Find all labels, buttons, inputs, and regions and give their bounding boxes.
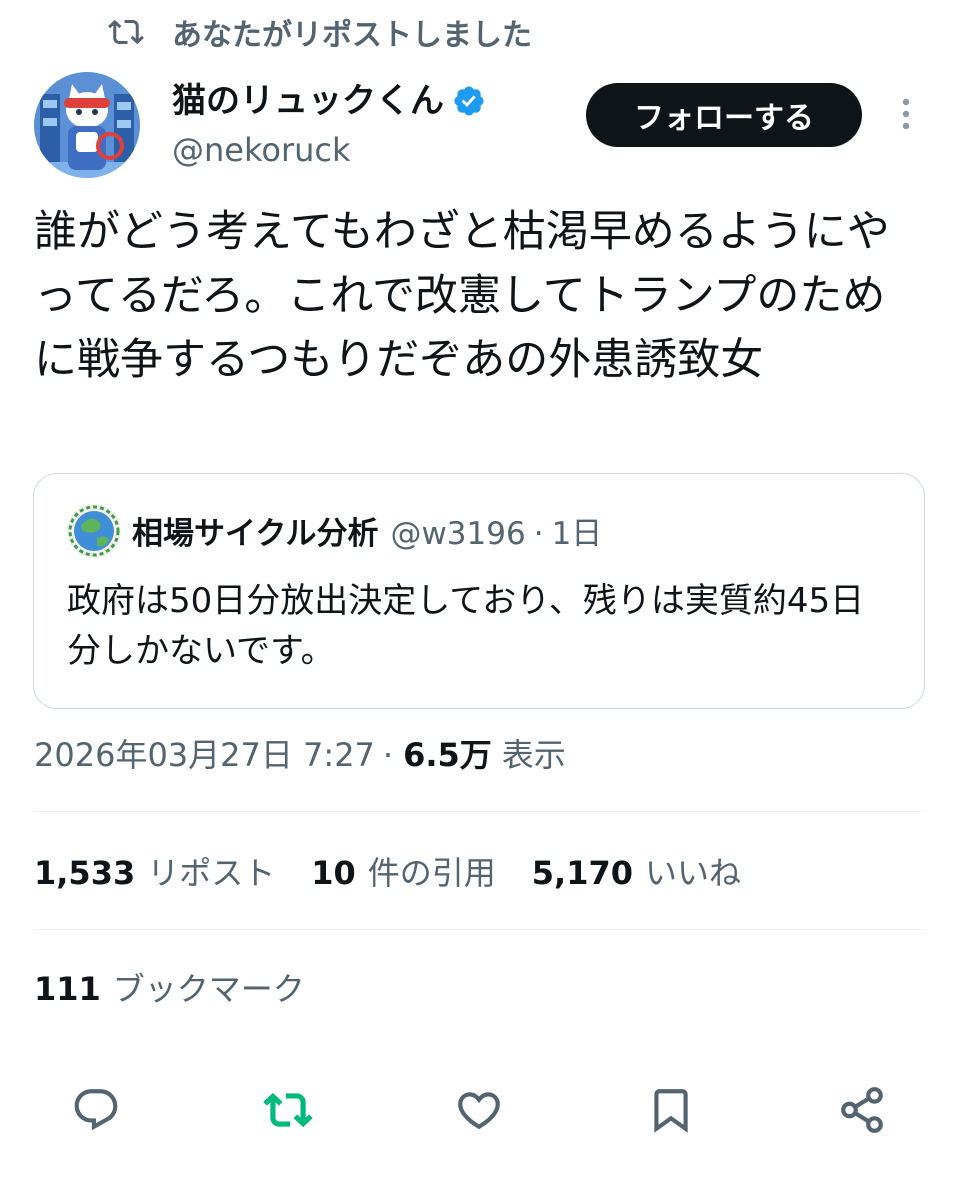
likes-label: いいね — [645, 854, 742, 892]
bookmark-button[interactable] — [643, 1082, 699, 1138]
reposts-stat[interactable]: 1,533 リポスト — [34, 850, 275, 896]
bookmarks-stat-row: 111 ブックマーク — [34, 966, 341, 1012]
bookmarks-stat[interactable]: 111 ブックマーク — [34, 966, 305, 1012]
share-icon — [841, 1087, 883, 1133]
like-icon — [458, 1092, 500, 1130]
quotes-label: 件の引用 — [367, 854, 496, 892]
repost-context-icon — [108, 19, 144, 45]
quote-text: 政府は50日分放出決定しており、残りは実質約45日分しかないです。 — [67, 581, 865, 671]
quotes-stat[interactable]: 10 件の引用 — [311, 850, 496, 896]
quote-author-name: 相場サイクル分析 — [132, 516, 379, 552]
reply-icon — [74, 1089, 118, 1131]
author-avatar[interactable] — [34, 72, 140, 178]
bookmarks-count: 111 — [34, 970, 101, 1008]
quote-time: 1日 — [551, 516, 603, 552]
repost-icon — [263, 1092, 313, 1128]
bookmarks-label: ブックマーク — [112, 970, 305, 1008]
like-button[interactable] — [451, 1082, 507, 1138]
quote-author-handle: @w3196 — [390, 516, 526, 552]
views-label: 表示 — [501, 736, 566, 774]
more-options-icon[interactable] — [896, 96, 916, 136]
quoted-tweet-card[interactable]: 相場サイクル分析 @w3196 · 1日 政府は50日分放出決定しており、残りは… — [33, 473, 925, 709]
reposts-count: 1,533 — [34, 854, 136, 892]
reply-button[interactable] — [68, 1082, 124, 1138]
share-button[interactable] — [834, 1082, 890, 1138]
divider — [33, 929, 926, 930]
quote-author-avatar — [67, 504, 121, 558]
tweet-text: 誰がどう考えてもわざと枯渇早めるようにやってるだろ。これで改憲してトランプのため… — [34, 207, 890, 385]
likes-stat[interactable]: 5,170 いいね — [532, 850, 741, 896]
meta-separator: · — [382, 736, 394, 774]
quotes-count: 10 — [311, 854, 356, 892]
likes-count: 5,170 — [531, 854, 633, 892]
reposts-label: リポスト — [147, 854, 276, 892]
divider — [33, 811, 926, 812]
repost-button[interactable] — [260, 1082, 316, 1138]
follow-button[interactable]: フォローする — [586, 83, 862, 147]
quote-separator: · — [533, 516, 544, 552]
social-context-text: あなたがリポストしました — [172, 18, 532, 53]
verified-badge-icon — [454, 86, 484, 116]
views-count: 6.5万 — [403, 736, 492, 774]
tweet-meta: 2026年03月27日 7:27 · 6.5万 表示 — [34, 732, 566, 778]
engagement-stats: 1,533 リポスト 10 件の引用 5,170 いいね — [34, 850, 777, 896]
author-handle[interactable]: @nekoruck — [172, 128, 351, 172]
author-name[interactable]: 猫のリュックくん — [172, 78, 444, 124]
tweet-timestamp[interactable]: 2026年03月27日 7:27 — [34, 732, 375, 778]
bookmark-icon — [654, 1089, 688, 1133]
